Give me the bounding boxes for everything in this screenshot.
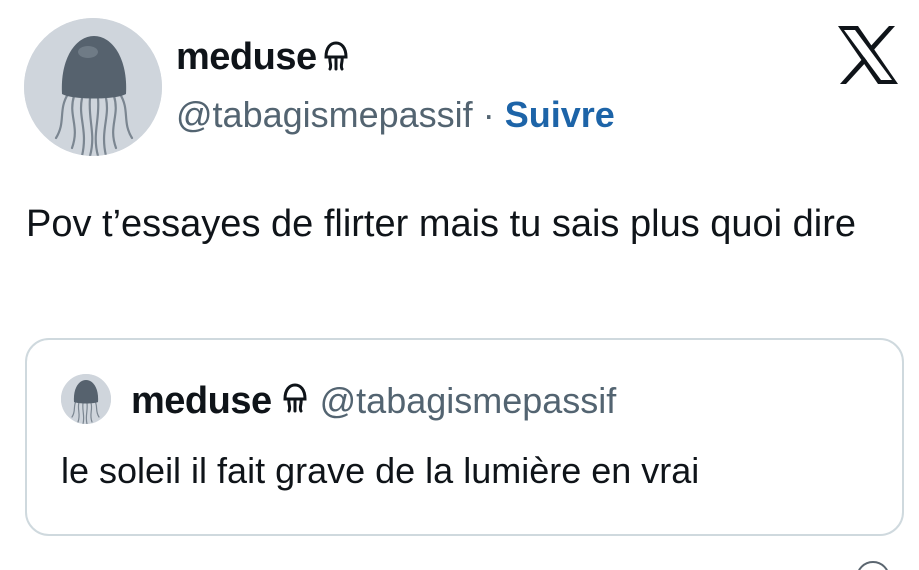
- quoted-tweet-text: le soleil il fait grave de la lumière en…: [61, 450, 700, 491]
- quoted-tweet-header: meduse @tabagismepassif: [131, 380, 616, 423]
- author-handle-row: @tabagismepassif · Suivre: [176, 94, 615, 136]
- quoted-handle[interactable]: @tabagismepassif: [320, 380, 617, 422]
- quoted-author-avatar[interactable]: [61, 374, 111, 424]
- x-logo-icon[interactable]: [836, 24, 900, 86]
- quoted-tweet[interactable]: meduse @tabagismepassif le soleil il fai…: [25, 338, 904, 536]
- author-display-name[interactable]: meduse: [176, 36, 349, 81]
- jellyfish-avatar-icon: [24, 18, 162, 156]
- tweet-card: meduse @tabagismepassif · Suivre Pov t’e…: [0, 0, 919, 570]
- jellyfish-icon: [282, 383, 308, 418]
- jellyfish-avatar-icon: [61, 374, 111, 424]
- tweet-text: Pov t’essayes de flirter mais tu sais pl…: [26, 203, 857, 245]
- author-avatar[interactable]: [24, 18, 162, 156]
- separator-dot: ·: [482, 94, 495, 135]
- quoted-display-name[interactable]: meduse: [131, 380, 272, 423]
- jellyfish-icon: [323, 38, 349, 81]
- follow-button[interactable]: Suivre: [505, 94, 615, 136]
- author-handle[interactable]: @tabagismepassif: [176, 94, 473, 136]
- info-icon[interactable]: [856, 561, 890, 570]
